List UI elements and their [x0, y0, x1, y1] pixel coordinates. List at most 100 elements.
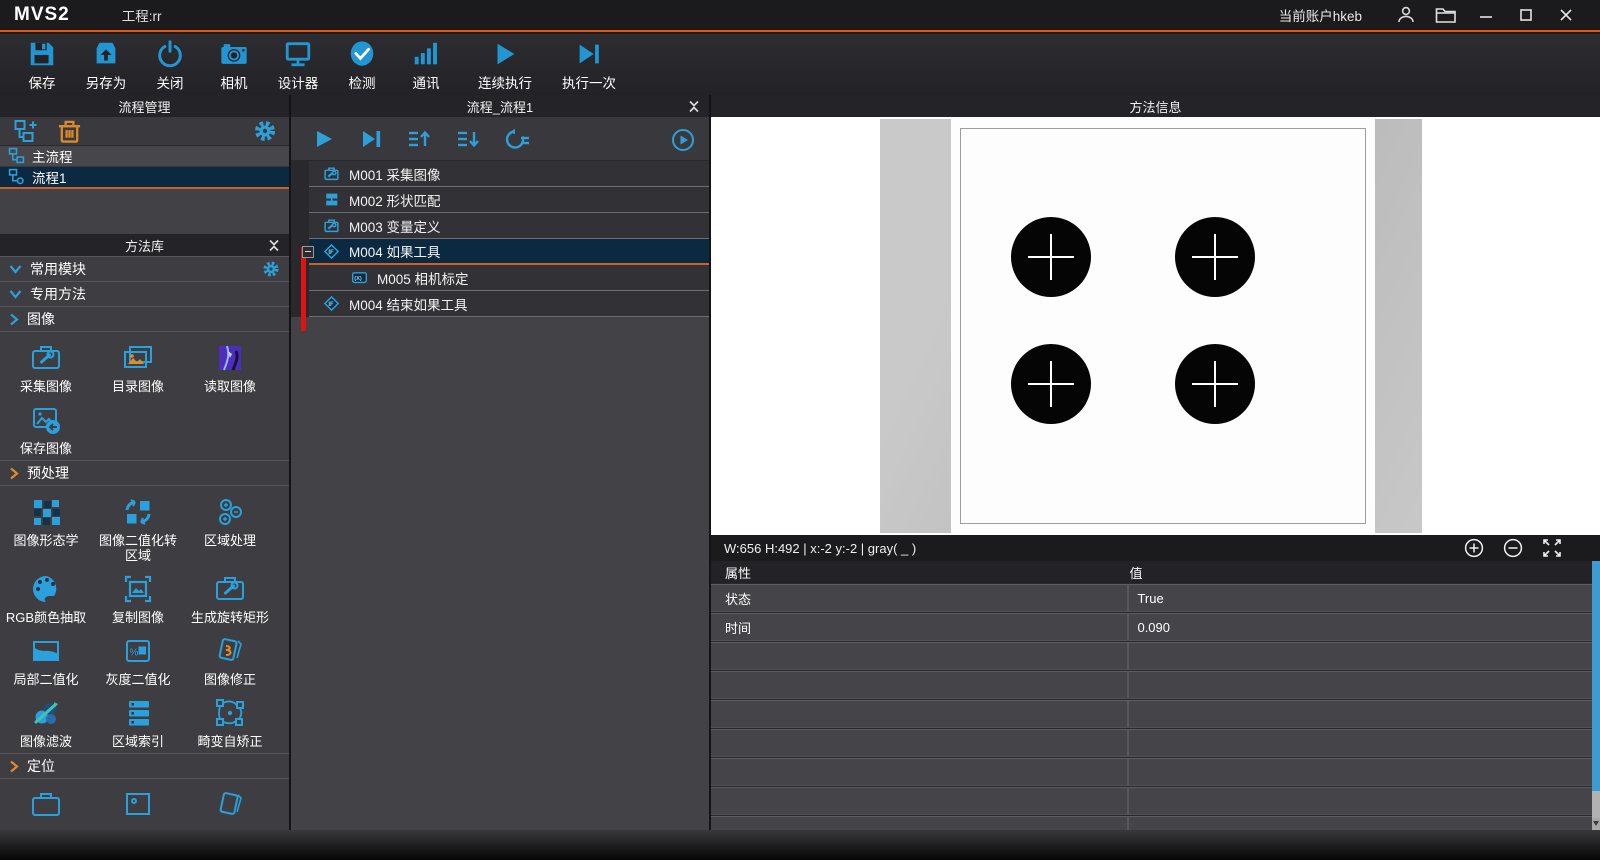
library-item[interactable]: [92, 783, 184, 830]
chevron-down-icon: [9, 289, 22, 299]
designer-button[interactable]: 设计器: [266, 34, 330, 95]
library-item-label: 灰度二值化: [105, 672, 170, 687]
left-panel: 流程管理 主流程: [0, 95, 289, 830]
folder-icon[interactable]: [1426, 1, 1466, 29]
run-once-icon: [573, 39, 605, 69]
collapse-panel-icon[interactable]: [268, 239, 280, 252]
fit-expand-icon[interactable]: [1542, 538, 1562, 558]
table-row[interactable]: [711, 642, 1592, 670]
detect-button[interactable]: 检测: [330, 34, 394, 95]
svg-text:IF: IF: [328, 250, 334, 256]
toolbox-icon: [29, 341, 63, 375]
trash-icon[interactable]: [57, 118, 82, 144]
library-section-special[interactable]: 专用方法: [0, 281, 289, 306]
library-item[interactable]: 畸变自矫正: [184, 691, 276, 753]
save-button[interactable]: 保存: [10, 34, 74, 95]
library-item[interactable]: 区域索引: [92, 691, 184, 753]
add-flow-icon[interactable]: [12, 118, 39, 144]
run-continuous-icon: [489, 39, 521, 69]
close-button[interactable]: [1546, 1, 1586, 29]
library-item[interactable]: 保存图像: [0, 398, 92, 460]
flow-node-m004-endif[interactable]: IF M004 结束如果工具: [309, 291, 709, 317]
table-row[interactable]: [711, 816, 1592, 830]
tool-label: 设计器: [278, 72, 319, 92]
scrollbar-thumb[interactable]: [1592, 561, 1600, 791]
flow-node-m004-if[interactable]: IF M004 如果工具: [309, 239, 709, 265]
communication-button[interactable]: 通讯: [394, 34, 458, 95]
flow-node-m001[interactable]: M001 采集图像: [309, 161, 709, 187]
table-row[interactable]: [711, 700, 1592, 728]
table-scrollbar[interactable]: [1592, 561, 1600, 830]
collapse-panel-icon[interactable]: [688, 100, 700, 113]
library-item[interactable]: 复制图像: [92, 567, 184, 629]
library-item[interactable]: 图像修正: [184, 629, 276, 691]
library-item[interactable]: 图像滤波: [0, 691, 92, 753]
user-icon[interactable]: [1386, 1, 1426, 29]
move-down-icon[interactable]: [456, 128, 480, 150]
library-section-preprocess[interactable]: 预处理: [0, 460, 289, 485]
library-item[interactable]: 区域处理: [184, 490, 276, 567]
image-viewport[interactable]: [711, 117, 1600, 535]
gray-binarize-icon: %: [121, 634, 155, 668]
library-item[interactable]: 读取图像: [184, 336, 276, 398]
table-row[interactable]: [711, 671, 1592, 699]
table-row[interactable]: 时间 0.090: [711, 613, 1592, 641]
run-icon[interactable]: [313, 128, 335, 150]
table-row[interactable]: [711, 787, 1592, 815]
library-item[interactable]: 目录图像: [92, 336, 184, 398]
section-label: 专用方法: [30, 284, 86, 304]
run-once-button[interactable]: 执行一次: [554, 34, 624, 95]
section-label: 常用模块: [30, 259, 86, 279]
library-item[interactable]: RGB颜色抽取: [0, 567, 92, 629]
run-continuous-button[interactable]: 连续执行: [470, 34, 540, 95]
library-item[interactable]: 局部二值化: [0, 629, 92, 691]
value-cell: True: [1129, 585, 1592, 611]
move-up-icon[interactable]: [407, 128, 431, 150]
expand-collapse-box[interactable]: [302, 246, 314, 258]
flow-node-m003[interactable]: M003 变量定义: [309, 213, 709, 239]
gear-icon[interactable]: [253, 119, 277, 143]
zoom-in-icon[interactable]: [1464, 538, 1484, 558]
table-row[interactable]: 状态 True: [711, 584, 1592, 612]
library-item-label: 图像二值化转区域: [94, 533, 182, 563]
library-item[interactable]: 采集图像: [0, 336, 92, 398]
table-row[interactable]: [711, 729, 1592, 757]
library-item-label: 采集图像: [20, 379, 72, 394]
library-section-locate[interactable]: 定位: [0, 753, 289, 778]
library-item[interactable]: % 灰度二值化: [92, 629, 184, 691]
minimize-button[interactable]: [1466, 1, 1506, 29]
library-item[interactable]: [184, 783, 276, 830]
scrollbar-down-arrow[interactable]: [1592, 818, 1600, 830]
flow-panel-title: 流程_流程1: [467, 97, 533, 116]
flow-panel: 流程_流程1: [291, 95, 709, 830]
if-diamond-icon: IF: [323, 295, 340, 312]
flow-item-flow1[interactable]: 流程1: [0, 167, 289, 189]
app-logo: MVS2: [14, 4, 70, 26]
library-item[interactable]: 图像形态学: [0, 490, 92, 567]
zoom-out-icon[interactable]: [1503, 538, 1523, 558]
project-label: 工程:rr: [122, 5, 162, 25]
library-section-common[interactable]: 常用模块: [0, 256, 289, 281]
library-section-image[interactable]: 图像: [0, 306, 289, 331]
circled-run-icon[interactable]: [671, 128, 695, 152]
library-item-label: 读取图像: [204, 379, 256, 394]
flow-node-m005[interactable]: (X) M005 相机标定: [309, 265, 709, 291]
save-as-button[interactable]: 另存为: [74, 34, 138, 95]
calibration-dot: [1175, 217, 1255, 297]
photo-stack-icon: [121, 341, 155, 375]
table-row[interactable]: [711, 758, 1592, 786]
flow-node-m002[interactable]: M002 形状匹配: [309, 187, 709, 213]
close-project-button[interactable]: 关闭: [138, 34, 202, 95]
loop-icon[interactable]: [505, 128, 531, 150]
value-cell: 0.090: [1129, 614, 1592, 640]
flow-item-main[interactable]: 主流程: [0, 146, 289, 167]
library-item[interactable]: 图像二值化转区域: [92, 490, 184, 567]
step-icon[interactable]: [360, 128, 382, 150]
gear-icon[interactable]: [262, 260, 280, 278]
section-label: 定位: [27, 756, 55, 776]
library-item[interactable]: [0, 783, 92, 830]
camera-button[interactable]: 相机: [202, 34, 266, 95]
library-header: 方法库: [0, 234, 289, 256]
library-item[interactable]: 生成旋转矩形: [184, 567, 276, 629]
maximize-button[interactable]: [1506, 1, 1546, 29]
